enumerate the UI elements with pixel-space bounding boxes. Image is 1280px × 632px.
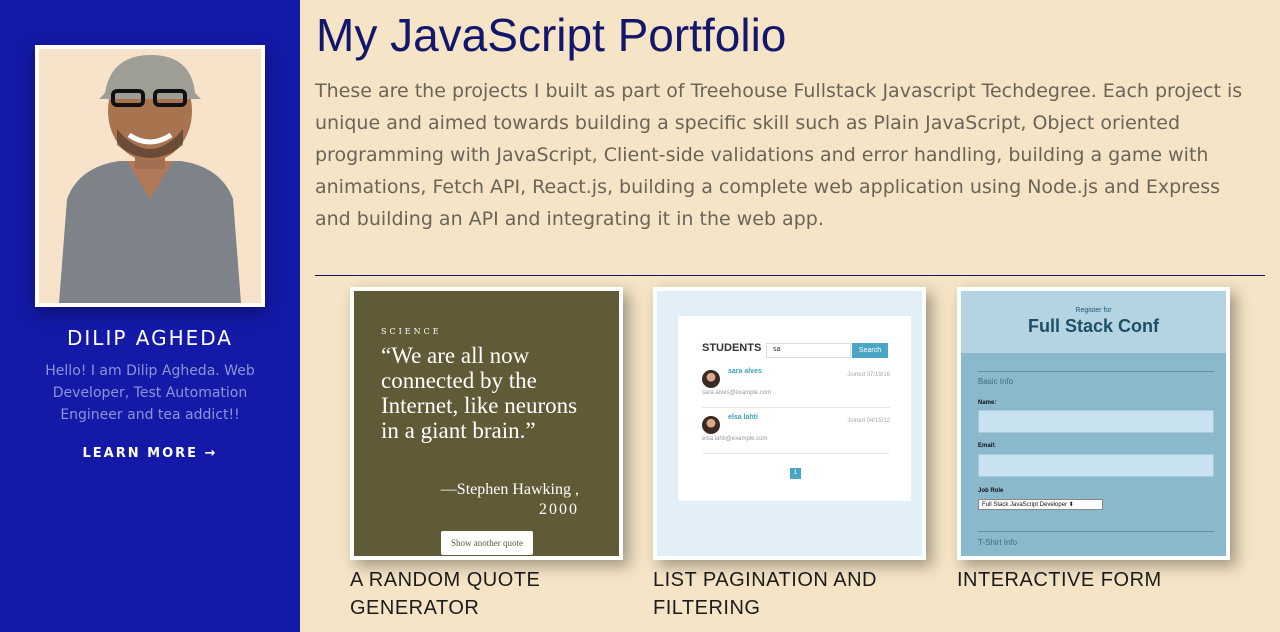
form-divider: [978, 531, 1214, 532]
profile-photo: [39, 49, 261, 303]
tshirt-info-heading: T-Shirt Info: [978, 538, 1018, 547]
name-label: Name:: [978, 400, 997, 406]
sidebar: DILIP AGHEDA Hello! I am Dilip Agheda. W…: [0, 0, 300, 632]
profile-bio: Hello! I am Dilip Agheda. Web Developer,…: [45, 363, 255, 423]
name-field: [978, 410, 1214, 433]
profile-photo-frame: [35, 45, 265, 307]
conference-title: Full Stack Conf: [1027, 316, 1159, 336]
project-thumbnail-pagination[interactable]: STUDENTS sa Search sara alves sara.alves…: [653, 287, 926, 560]
register-for-text: Register for: [1075, 307, 1112, 314]
student-joined: Joined 04/15/12: [847, 418, 890, 424]
students-search-input: sa: [766, 343, 851, 358]
student-joined: Joined 07/19/16: [847, 372, 890, 378]
form-divider: [978, 371, 1214, 372]
project-title[interactable]: A RANDOM QUOTE GENERATOR: [350, 566, 623, 622]
student-avatar: [702, 370, 720, 388]
project-thumbnail-quote[interactable]: SCIENCE “We are all now connected by the…: [350, 287, 623, 560]
email-field: [978, 454, 1214, 477]
job-role-select: Full Stack JavaScript Developer ⬍: [978, 499, 1103, 510]
project-card-form: Register for Full Stack Conf Basic Info …: [957, 287, 1230, 594]
students-search-button: Search: [852, 343, 888, 358]
quote-text: “We are all now connected by the Interne…: [381, 343, 578, 443]
portfolio-description: These are the projects I built as part o…: [315, 80, 1243, 230]
student-name: sara alves: [728, 368, 762, 375]
students-heading: STUDENTS: [702, 342, 762, 354]
basic-info-heading: Basic Info: [978, 377, 1014, 386]
project-card-quote: SCIENCE “We are all now connected by the…: [350, 287, 623, 622]
email-label: Email:: [978, 443, 997, 449]
project-card-pagination: STUDENTS sa Search sara alves sara.alves…: [653, 287, 926, 622]
job-role-label: Job Role: [978, 488, 1004, 494]
pagination-page: 1: [790, 468, 801, 479]
form-header: Register for Full Stack Conf: [961, 291, 1226, 353]
learn-more-link[interactable]: LEARN MORE →: [0, 446, 300, 461]
project-title[interactable]: LIST PAGINATION AND FILTERING: [653, 566, 926, 622]
divider: [315, 275, 1265, 276]
project-title[interactable]: INTERACTIVE FORM: [957, 566, 1230, 594]
student-email: elsa.lahti@example.com: [702, 436, 768, 442]
page-title: My JavaScript Portfolio: [316, 9, 787, 61]
project-thumbnail-form[interactable]: Register for Full Stack Conf Basic Info …: [957, 287, 1230, 560]
quote-year: 2000: [539, 501, 579, 518]
student-avatar: [702, 416, 720, 434]
quote-category: SCIENCE: [381, 327, 442, 336]
profile-name: DILIP AGHEDA: [67, 326, 233, 350]
student-email: sara.alves@example.com: [702, 390, 772, 396]
student-row: elsa lahti elsa.lahti@example.com Joined…: [702, 412, 890, 454]
student-name: elsa lahti: [728, 414, 758, 421]
quote-source: —Stephen Hawking ,: [440, 481, 579, 498]
show-another-quote-button: Show another quote: [441, 531, 533, 555]
student-row: sara alves sara.alves@example.com Joined…: [702, 366, 890, 408]
